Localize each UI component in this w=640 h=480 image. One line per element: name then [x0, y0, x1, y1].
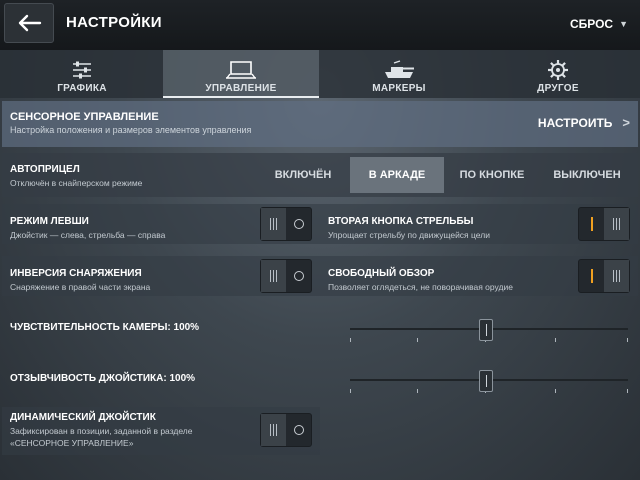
tab-graphics[interactable]: ГРАФИКА: [4, 50, 160, 98]
configure-label: НАСТРОИТЬ: [537, 115, 613, 130]
tab-markers-label: МАРКЕРЫ: [372, 83, 426, 94]
configure-button[interactable]: НАСТРОИТЬ >: [538, 115, 630, 130]
dynamic-joystick-subtitle-1: Зафиксирован в позиции, заданной в разде…: [10, 426, 193, 436]
autoaim-option-button[interactable]: ПО КНОПКЕ: [448, 157, 536, 193]
tab-markers[interactable]: МАРКЕРЫ: [321, 50, 477, 98]
left-hand-toggle[interactable]: [260, 207, 312, 241]
left-hand-setting: РЕЖИМ ЛЕВШИ Джойстик — слева, стрельба —…: [2, 204, 320, 244]
tab-other-label: ДРУГОЕ: [537, 83, 579, 94]
tab-controls-label: УПРАВЛЕНИЕ: [205, 83, 277, 94]
chevron-down-icon: ▼: [619, 19, 628, 29]
page-title: НАСТРОЙКИ: [66, 14, 162, 31]
reset-label: СБРОС: [569, 17, 614, 31]
camera-sensitivity-label: ЧУВСТВИТЕЛЬНОСТЬ КАМЕРЫ: 100%: [10, 322, 200, 333]
equipment-inversion-setting: ИНВЕРСИЯ СНАРЯЖЕНИЯ Снаряжение в правой …: [2, 256, 320, 296]
joystick-responsiveness-thumb[interactable]: [479, 370, 494, 392]
equipment-inversion-toggle[interactable]: [260, 259, 312, 293]
autoaim-row: АВТОПРИЦЕЛ Отключён в снайперском режиме…: [2, 153, 638, 197]
autoaim-title: АВТОПРИЦЕЛ: [10, 164, 80, 175]
tab-other[interactable]: ДРУГОЕ: [480, 50, 636, 98]
left-hand-title: РЕЖИМ ЛЕВШИ: [10, 216, 89, 227]
dynamic-joystick-subtitle-2: «СЕНСОРНОЕ УПРАВЛЕНИЕ»: [10, 438, 134, 448]
autoaim-option-on[interactable]: ВКЛЮЧЁН: [260, 157, 346, 193]
gear-icon: [547, 57, 569, 83]
left-hand-subtitle: Джойстик — слева, стрельба — справа: [10, 230, 166, 240]
joystick-responsiveness-row: ОТЗЫВЧИВОСТЬ ДЖОЙСТИКА: 100%: [2, 359, 638, 399]
touch-control-subtitle: Настройка положения и размеров элементов…: [10, 125, 252, 135]
arrow-left-icon: [18, 14, 42, 32]
second-fire-toggle[interactable]: [578, 207, 630, 241]
camera-sensitivity-thumb[interactable]: [479, 319, 494, 341]
dynamic-joystick-toggle[interactable]: [260, 413, 312, 447]
header: НАСТРОЙКИ СБРОС ▼: [0, 0, 640, 50]
second-fire-title: ВТОРАЯ КНОПКА СТРЕЛЬБЫ: [328, 216, 474, 227]
tablet-icon: [224, 57, 258, 83]
joystick-responsiveness-label: ОТЗЫВЧИВОСТЬ ДЖОЙСТИКА: 100%: [10, 373, 196, 384]
dynamic-joystick-title: ДИНАМИЧЕСКИЙ ДЖОЙСТИК: [10, 412, 156, 423]
tab-bar: ГРАФИКА УПРАВЛЕНИЕ МАРКЕРЫ ДРУГОЕ: [0, 50, 640, 98]
equipment-inversion-title: ИНВЕРСИЯ СНАРЯЖЕНИЯ: [10, 268, 142, 279]
free-look-subtitle: Позволяет оглядеться, не поворачивая ору…: [328, 282, 513, 292]
sliders-icon: [71, 57, 93, 83]
second-fire-setting: ВТОРАЯ КНОПКА СТРЕЛЬБЫ Упрощает стрельбу…: [320, 204, 638, 244]
touch-control-row[interactable]: СЕНСОРНОЕ УПРАВЛЕНИЕ Настройка положения…: [2, 101, 638, 147]
dynamic-joystick-setting: ДИНАМИЧЕСКИЙ ДЖОЙСТИК Зафиксирован в поз…: [2, 407, 320, 455]
free-look-setting: СВОБОДНЫЙ ОБЗОР Позволяет оглядеться, не…: [320, 256, 638, 296]
equipment-inversion-subtitle: Снаряжение в правой части экрана: [10, 282, 151, 292]
tank-icon: [381, 57, 417, 83]
autoaim-option-arcade[interactable]: В АРКАДЕ: [350, 157, 444, 193]
back-button[interactable]: [4, 3, 54, 43]
tab-graphics-label: ГРАФИКА: [57, 83, 107, 94]
autoaim-option-off[interactable]: ВЫКЛЮЧЕН: [540, 157, 634, 193]
camera-sensitivity-row: ЧУВСТВИТЕЛЬНОСТЬ КАМЕРЫ: 100%: [2, 308, 638, 348]
free-look-title: СВОБОДНЫЙ ОБЗОР: [328, 268, 435, 279]
second-fire-subtitle: Упрощает стрельбу по движущейся цели: [328, 230, 490, 240]
touch-control-title: СЕНСОРНОЕ УПРАВЛЕНИЕ: [10, 111, 159, 123]
chevron-right-icon: >: [622, 115, 630, 130]
free-look-toggle[interactable]: [578, 259, 630, 293]
reset-button[interactable]: СБРОС ▼: [570, 17, 628, 31]
tab-controls[interactable]: УПРАВЛЕНИЕ: [163, 50, 319, 98]
autoaim-subtitle: Отключён в снайперском режиме: [10, 178, 143, 188]
